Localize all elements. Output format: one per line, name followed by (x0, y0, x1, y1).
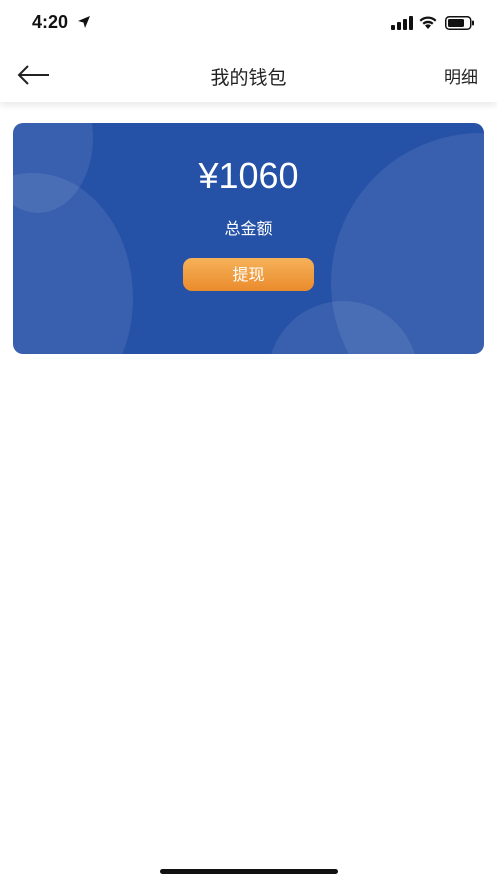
page-title: 我的钱包 (210, 67, 287, 89)
navigation-bar: 我的钱包 明细 (0, 48, 497, 102)
cellular-signal-icon (391, 16, 413, 30)
wallet-balance-card: ¥1060 总金额 提现 (13, 123, 484, 354)
decorative-circle (13, 173, 133, 354)
total-amount-label: 总金额 (224, 219, 273, 238)
status-bar: 4:20 (0, 0, 497, 48)
location-arrow-icon (78, 16, 90, 28)
home-indicator (160, 869, 338, 874)
total-amount: ¥1060 (198, 155, 299, 196)
status-time: 4:20 (32, 12, 69, 32)
wifi-icon (419, 16, 437, 29)
detail-link[interactable]: 明细 (444, 63, 478, 88)
wallet-screen: 4:20 我的钱包 明细 ¥1060 总金额 提现 (0, 0, 497, 883)
withdraw-button[interactable]: 提现 (183, 258, 314, 291)
battery-icon (445, 16, 474, 30)
